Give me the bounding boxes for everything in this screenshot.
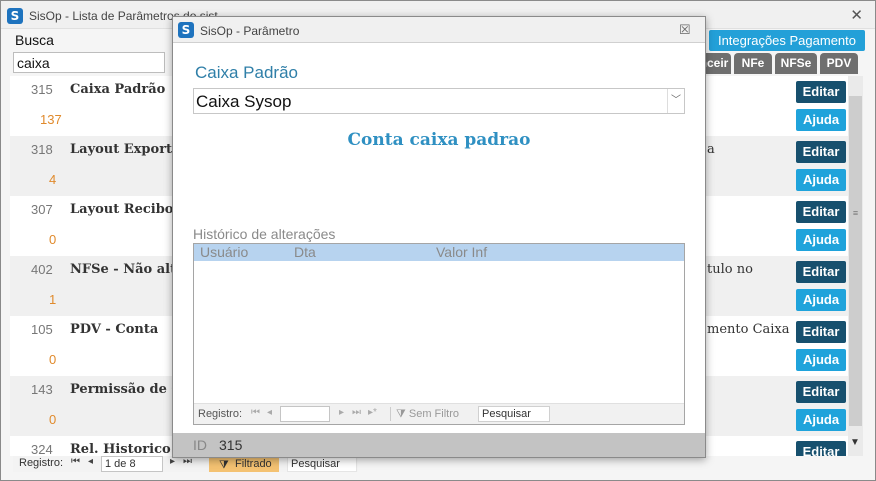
tab-nfse[interactable]: NFSe [775,53,817,74]
search-input[interactable] [13,52,165,73]
id-value: 315 [219,437,243,453]
parameter-description: Conta caixa padrao [347,130,531,150]
tab-pdv[interactable]: PDV [820,53,858,74]
row-name: Rel. Historico C [70,442,186,456]
record-label: Registro: [19,457,64,469]
row-id: 105 [31,322,53,337]
help-button[interactable]: Ajuda [796,289,846,311]
prev-record-icon[interactable]: ◂ [88,456,93,467]
parameter-dialog: S SisOp - Parâmetro ☒ Caixa Padrão Caixa… [172,16,706,458]
row-name: PDV - Conta [70,322,159,337]
record-label: Registro: [198,408,243,420]
edit-button[interactable]: Editar [796,201,846,223]
integrations-payment-button[interactable]: Integrações Pagamento [709,30,865,51]
filter-icon: ⧩ [219,459,229,471]
row-id: 318 [31,142,53,157]
last-record-icon[interactable]: ⏭ [352,407,361,418]
row-id: 143 [31,382,53,397]
scroll-grip-icon: ≡ [852,208,859,218]
row-name: Permissão de C [70,382,182,397]
edit-button[interactable]: Editar [796,141,846,163]
help-button[interactable]: Ajuda [796,349,846,371]
help-button[interactable]: Ajuda [796,169,846,191]
edit-button[interactable]: Editar [796,381,846,403]
row-count: 137 [40,112,62,127]
search-label: Busca [15,32,54,48]
main-close-icon[interactable]: ✕ [850,6,863,24]
row-id: 324 [31,442,53,456]
app-logo-icon: S [7,8,23,24]
no-filter-label: Sem Filtro [408,408,459,420]
filtered-toggle[interactable]: ⧩ Filtrado [209,456,279,472]
help-button[interactable]: Ajuda [796,109,846,131]
navigator-search-input[interactable]: Pesquisar [287,456,357,472]
app-logo-icon: S [178,22,194,38]
help-button[interactable]: Ajuda [796,229,846,251]
column-header-value[interactable]: Valor Inf [436,244,487,260]
row-name: Caixa Padrão [70,82,166,97]
parameter-field-label: Caixa Padrão [195,63,299,82]
tab-nfe[interactable]: NFe [734,53,772,74]
dialog-footer: ID 315 [173,433,705,457]
edit-button[interactable]: Editar [796,441,846,456]
dialog-close-icon[interactable]: ☒ [679,22,691,38]
row-name: NFSe - Não alte [70,262,185,277]
row-count: 1 [49,292,57,307]
help-button[interactable]: Ajuda [796,409,846,431]
main-record-navigator: Registro: ⏮ ◂ 1 de 8 ▸ ⏭ ⧩ Filtrado Pesq… [13,456,358,472]
row-count: 4 [49,172,57,187]
scroll-down-icon[interactable]: ▼ [850,437,860,448]
navigator-divider [390,407,391,421]
id-label: ID [193,437,207,453]
selected-value: Caixa Sysop [196,92,292,111]
dialog-divider [173,42,705,43]
first-record-icon[interactable]: ⏮ [251,407,260,418]
column-header-date[interactable]: Dta [294,244,316,260]
row-id: 402 [31,262,53,277]
row-count: 0 [49,352,57,367]
row-name: Layout Recibos [70,202,181,217]
row-count: 0 [49,412,57,427]
history-record-navigator: Registro: ⏮ ◂ ▸ ⏭ ▸* ⧩ Sem Filtro Pesqui… [194,403,684,424]
row-description: a [707,142,715,157]
column-header-user[interactable]: Usuário [200,244,248,260]
filtered-label: Filtrado [235,458,272,470]
row-id: 307 [31,202,53,217]
prev-record-icon[interactable]: ◂ [267,407,272,418]
first-record-icon[interactable]: ⏮ [71,456,80,467]
dialog-title-bar: S SisOp - Parâmetro ☒ [173,17,705,42]
row-id: 315 [31,82,53,97]
record-position-input[interactable]: 1 de 8 [101,456,163,472]
edit-button[interactable]: Editar [796,81,846,103]
scrollbar-thumb[interactable] [849,96,862,426]
history-label: Histórico de alterações [193,226,336,242]
edit-button[interactable]: Editar [796,261,846,283]
row-description: tulo no [707,262,753,277]
row-description: mento Caixa [707,322,790,337]
row-count: 0 [49,232,57,247]
no-filter-button[interactable]: ⧩ Sem Filtro [396,408,459,421]
parameter-value-select[interactable]: Caixa Sysop ﹀ [193,88,685,114]
chevron-down-icon[interactable]: ﹀ [667,89,684,113]
history-grid: Usuário Dta Valor Inf Registro: ⏮ ◂ ▸ ⏭ … [193,243,685,425]
history-search-input[interactable]: Pesquisar [478,406,550,422]
dialog-title: SisOp - Parâmetro [200,24,300,38]
row-name: Layout Exporta [70,142,181,157]
history-header-row: Usuário Dta Valor Inf [194,244,684,261]
new-record-icon[interactable]: ▸* [368,407,377,418]
next-record-icon[interactable]: ▸ [339,407,344,418]
record-position-input[interactable] [280,406,330,422]
edit-button[interactable]: Editar [796,321,846,343]
list-scrollbar[interactable]: ≡ ▼ [848,76,863,456]
